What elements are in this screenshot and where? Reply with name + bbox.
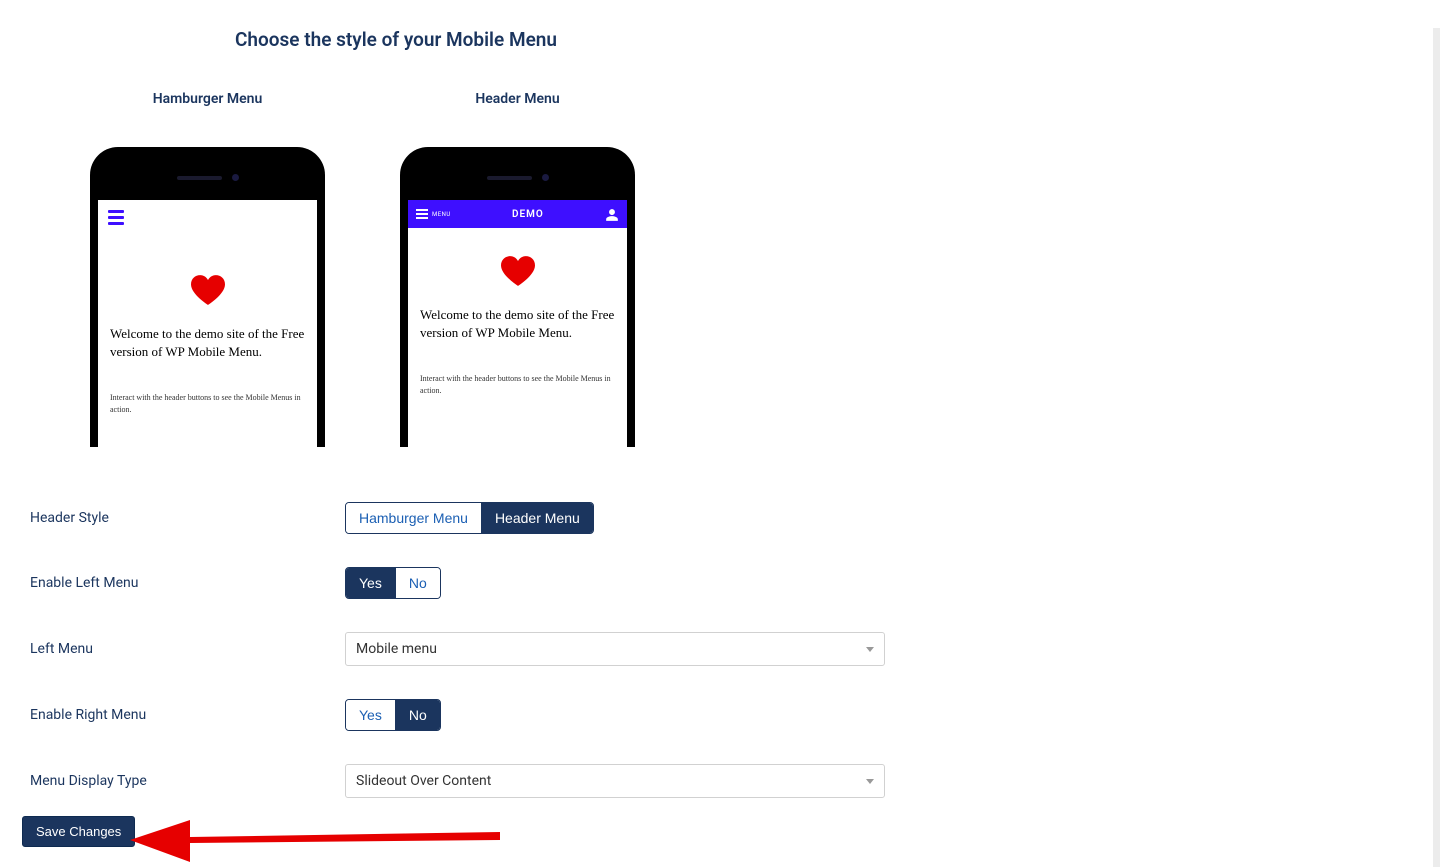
preview-hamburger-label: Hamburger Menu xyxy=(153,91,263,107)
display-type-select[interactable]: Slideout Over Content xyxy=(345,764,885,798)
chevron-down-icon xyxy=(866,647,874,652)
page-title: Choose the style of your Mobile Menu xyxy=(0,28,1440,51)
annotation-arrow-icon xyxy=(130,812,500,862)
enable-right-toggle: Yes No xyxy=(345,699,441,731)
preview-body-text: Welcome to the demo site of the Free ver… xyxy=(408,306,627,341)
header-style-hamburger-option[interactable]: Hamburger Menu xyxy=(346,503,481,533)
scrollbar[interactable] xyxy=(1433,28,1440,867)
heart-icon xyxy=(98,275,317,305)
header-demo-title: DEMO xyxy=(512,209,544,220)
preview-sub-text: Interact with the header buttons to see … xyxy=(98,392,317,415)
user-icon xyxy=(605,207,619,221)
heart-icon xyxy=(408,256,627,286)
phone-mock-hamburger: Welcome to the demo site of the Free ver… xyxy=(90,147,325,447)
preview-hamburger[interactable]: Hamburger Menu Welcome to the demo site … xyxy=(90,91,325,447)
preview-header-label: Header Menu xyxy=(475,91,559,107)
header-style-header-option[interactable]: Header Menu xyxy=(481,503,593,533)
left-menu-value: Mobile menu xyxy=(356,641,437,657)
preview-sub-text: Interact with the header buttons to see … xyxy=(408,373,627,396)
enable-right-label: Enable Right Menu xyxy=(30,707,345,723)
header-style-toggle: Hamburger Menu Header Menu xyxy=(345,502,594,534)
hamburger-icon xyxy=(98,200,317,235)
style-previews: Hamburger Menu Welcome to the demo site … xyxy=(90,91,1440,447)
chevron-down-icon xyxy=(866,779,874,784)
enable-left-label: Enable Left Menu xyxy=(30,575,345,591)
enable-left-toggle: Yes No xyxy=(345,567,441,599)
header-menu-word: MENU xyxy=(432,211,451,218)
phone-mock-header: MENU DEMO Welcome to the demo site of th… xyxy=(400,147,635,447)
header-bar: MENU DEMO xyxy=(408,200,627,228)
hamburger-icon xyxy=(416,209,428,219)
save-changes-button[interactable]: Save Changes xyxy=(22,816,135,847)
left-menu-select[interactable]: Mobile menu xyxy=(345,632,885,666)
display-type-value: Slideout Over Content xyxy=(356,773,491,789)
preview-body-text: Welcome to the demo site of the Free ver… xyxy=(98,325,317,360)
settings-form: Header Style Hamburger Menu Header Menu … xyxy=(30,502,1440,798)
enable-left-no[interactable]: No xyxy=(395,568,440,598)
header-style-label: Header Style xyxy=(30,510,345,526)
enable-left-yes[interactable]: Yes xyxy=(346,568,395,598)
enable-right-yes[interactable]: Yes xyxy=(346,700,395,730)
display-type-label: Menu Display Type xyxy=(30,773,345,789)
enable-right-no[interactable]: No xyxy=(395,700,440,730)
left-menu-label: Left Menu xyxy=(30,641,345,657)
preview-header[interactable]: Header Menu MENU DEMO Welcome to the dem… xyxy=(400,91,635,447)
